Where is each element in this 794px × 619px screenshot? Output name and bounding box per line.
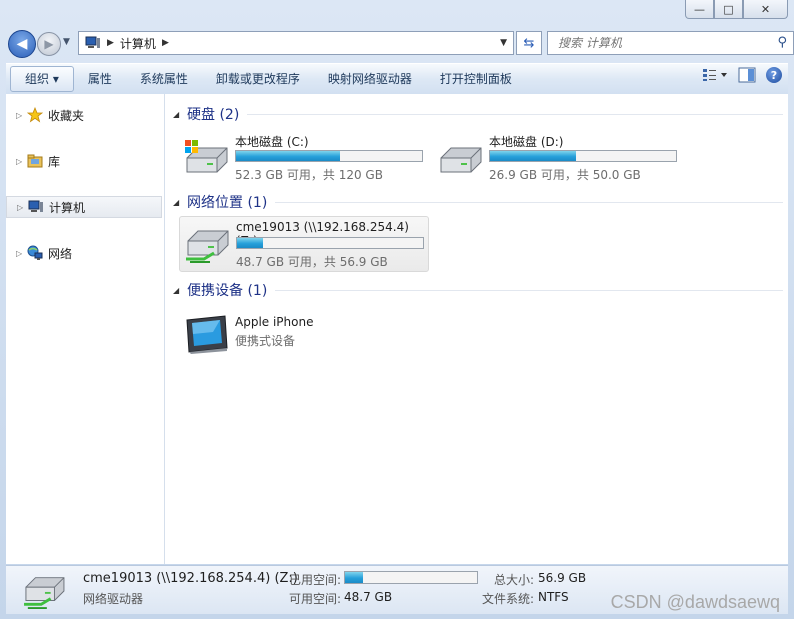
search-icon[interactable]: ⚲ (777, 35, 787, 50)
expand-arrow-icon[interactable]: ▷ (16, 111, 26, 120)
drive-usage-fill (237, 238, 264, 248)
back-button[interactable]: ◀ (8, 30, 36, 58)
group-title: 网络位置 (1) (187, 195, 268, 211)
group-divider (275, 201, 783, 203)
collapse-arrow-icon[interactable]: ◢ (173, 110, 187, 119)
sidebar-item-favorites[interactable]: ▷ 收藏夹 (6, 104, 162, 126)
expand-arrow-icon[interactable]: ▷ (17, 203, 27, 212)
used-space-fill (345, 572, 364, 583)
organize-button[interactable]: 组织 ▾ (10, 66, 74, 92)
device-type: 便携式设备 (235, 334, 296, 348)
search-box: ⚲ (547, 31, 794, 55)
map-network-drive-button[interactable]: 映射网络驱动器 (314, 67, 426, 91)
used-space-bar (344, 571, 478, 584)
drive-usage-bar (235, 150, 423, 162)
command-bar: 组织 ▾ 属性 系统属性 卸载或更改程序 映射网络驱动器 打开控制面板 ? (6, 63, 788, 95)
help-button[interactable]: ? (766, 67, 782, 83)
view-options-icon[interactable] (702, 68, 728, 82)
drive-d[interactable]: 本地磁盘 (D:) 26.9 GB 可用，共 50.0 GB (433, 130, 683, 186)
drive-usage-fill (490, 151, 576, 161)
used-space-label: 已用空间: (289, 573, 342, 587)
selected-item-name: cme19013 (\\192.168.254.4) (Z:) (83, 571, 298, 586)
expand-arrow-icon[interactable]: ▷ (16, 249, 26, 258)
drive-usage-fill (236, 151, 341, 161)
hard-drive-icon (440, 147, 482, 173)
forward-button[interactable]: ▶ (37, 32, 61, 56)
breadcrumb-computer[interactable]: 计算机 (120, 35, 156, 52)
computer-icon (85, 36, 100, 48)
drive-space-info: 52.3 GB 可用，共 120 GB (235, 168, 383, 182)
device-name: Apple iPhone (235, 315, 314, 329)
explorer-window: — □ ✕ ◀ ▶ ▼ ▶ 计算机 ▶ ▼ ⇆ ⚲ 组织 ▾ 属性 系统属性 卸… (0, 0, 794, 619)
properties-button[interactable]: 属性 (74, 67, 126, 91)
preview-pane-icon[interactable] (738, 67, 756, 83)
total-size-value: 56.9 GB (538, 571, 587, 585)
system-drive-icon (185, 140, 228, 173)
sidebar-item-network[interactable]: ▷ 网络 (6, 242, 162, 264)
network-icon (26, 245, 44, 261)
computer-icon (27, 199, 45, 215)
close-button[interactable]: ✕ (743, 0, 788, 19)
selected-item-type: 网络驱动器 (83, 592, 144, 606)
collapse-arrow-icon[interactable]: ◢ (173, 286, 187, 295)
group-divider (247, 113, 783, 115)
open-control-panel-button[interactable]: 打开控制面板 (426, 67, 526, 91)
refresh-button[interactable]: ⇆ (516, 31, 542, 55)
navigation-pane: ▷ 收藏夹 ▷ 库 ▷ 计算机 ▷ 网络 (6, 94, 165, 564)
group-header-hard-disks[interactable]: ◢ 硬盘 (2) (173, 104, 783, 124)
file-system-label: 文件系统: (482, 592, 535, 606)
navigation-bar: ◀ ▶ ▼ ▶ 计算机 ▶ ▼ ⇆ ⚲ (6, 29, 794, 59)
watermark: CSDN @dawdsaewq (610, 592, 780, 612)
library-icon (26, 153, 44, 169)
total-size-label: 总大小: (494, 573, 535, 587)
breadcrumb-separator[interactable]: ▶ (107, 38, 114, 48)
sidebar-item-label: 库 (48, 154, 61, 169)
recent-pages-dropdown[interactable]: ▼ (63, 37, 70, 47)
drive-usage-bar (489, 150, 677, 162)
content-pane: ◢ 硬盘 (2) 本地磁盘 (C:) 52.3 GB 可用，共 120 GB 本… (165, 94, 788, 564)
view-controls: ? (702, 67, 782, 83)
free-space-value: 48.7 GB (344, 590, 393, 604)
group-header-network-locations[interactable]: ◢ 网络位置 (1) (173, 192, 783, 212)
search-input[interactable] (556, 35, 760, 51)
address-bar[interactable]: ▶ 计算机 ▶ ▼ (78, 31, 514, 55)
arrow-left-icon: ◀ (16, 36, 28, 52)
group-divider (275, 289, 783, 291)
file-system-value: NTFS (538, 590, 569, 604)
expand-arrow-icon[interactable]: ▷ (16, 157, 26, 166)
refresh-icon: ⇆ (523, 35, 535, 51)
group-title: 硬盘 (2) (187, 107, 240, 123)
star-icon (26, 107, 44, 123)
arrow-right-icon: ▶ (44, 37, 54, 51)
sidebar-item-label: 网络 (48, 246, 73, 261)
free-space-label: 可用空间: (289, 592, 342, 606)
drive-z-network[interactable]: cme19013 (\\192.168.254.4) (Z:) 48.7 GB … (179, 216, 429, 272)
breadcrumb-separator[interactable]: ▶ (162, 38, 169, 48)
system-properties-button[interactable]: 系统属性 (126, 67, 202, 91)
sidebar-item-label: 收藏夹 (48, 108, 85, 123)
uninstall-program-button[interactable]: 卸载或更改程序 (202, 67, 314, 91)
group-title: 便携设备 (1) (187, 283, 268, 299)
drive-space-info: 48.7 GB 可用，共 56.9 GB (236, 255, 388, 269)
network-drive-icon (186, 230, 229, 263)
minimize-button[interactable]: — (685, 0, 714, 19)
drive-c[interactable]: 本地磁盘 (C:) 52.3 GB 可用，共 120 GB (179, 130, 429, 186)
drive-name: 本地磁盘 (C:) (235, 135, 309, 149)
group-header-portable-devices[interactable]: ◢ 便携设备 (1) (173, 280, 783, 300)
network-drive-icon (24, 577, 65, 610)
drive-space-info: 26.9 GB 可用，共 50.0 GB (489, 168, 641, 182)
sidebar-item-libraries[interactable]: ▷ 库 (6, 150, 162, 172)
drive-usage-bar (236, 237, 424, 249)
device-apple-iphone[interactable]: Apple iPhone 便携式设备 (179, 308, 429, 364)
portable-device-icon (186, 315, 228, 354)
maximize-button[interactable]: □ (714, 0, 743, 19)
collapse-arrow-icon[interactable]: ◢ (173, 198, 187, 207)
sidebar-item-computer[interactable]: ▷ 计算机 (6, 196, 162, 218)
sidebar-item-label: 计算机 (49, 200, 86, 215)
caption-buttons: — □ ✕ (685, 0, 788, 19)
drive-name: 本地磁盘 (D:) (489, 135, 564, 149)
address-dropdown[interactable]: ▼ (500, 38, 507, 48)
